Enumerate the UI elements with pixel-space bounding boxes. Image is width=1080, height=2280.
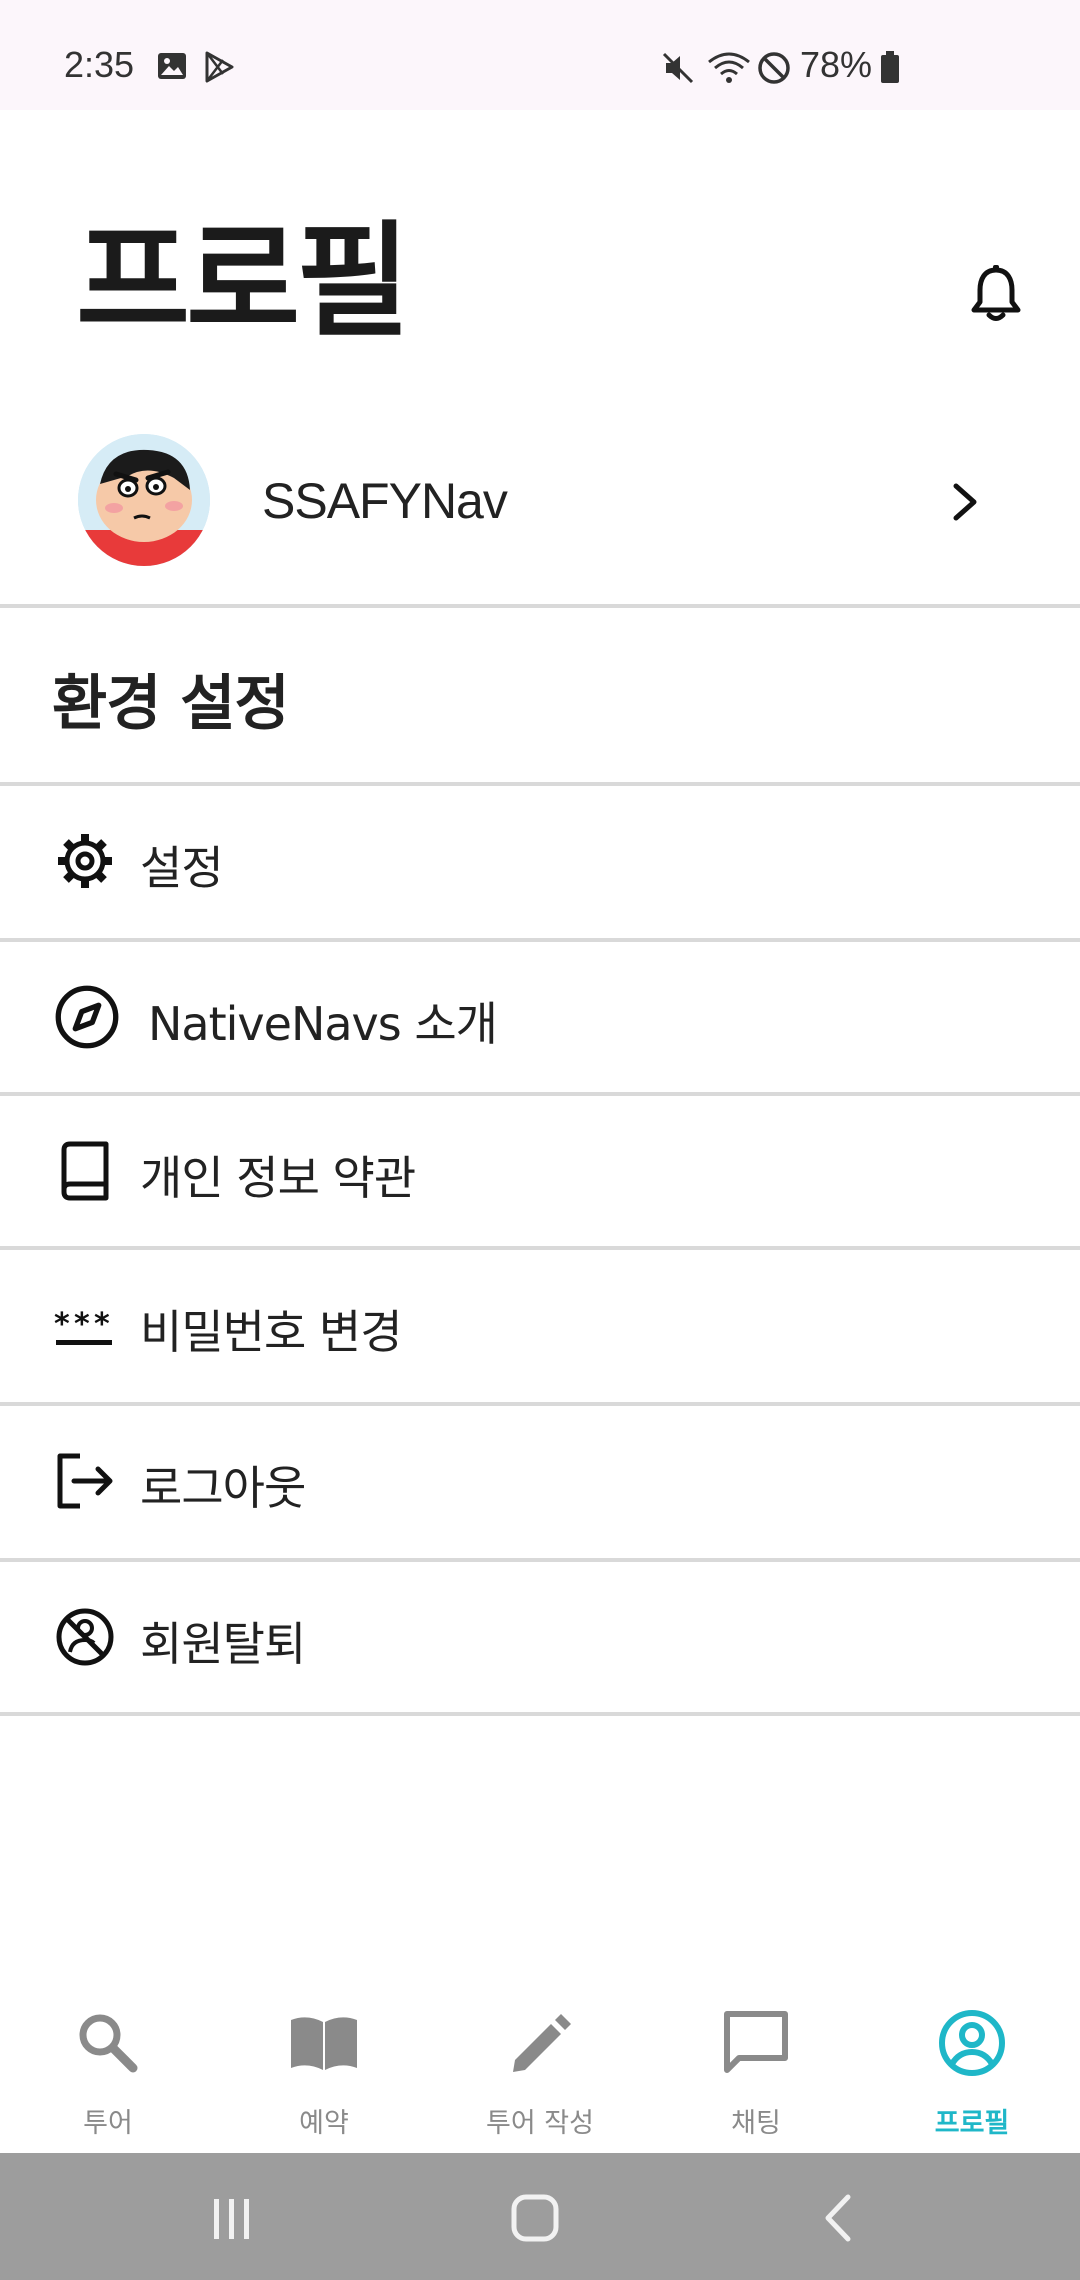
status-time: 2:35 xyxy=(64,44,135,85)
battery-percent: 78% xyxy=(800,44,873,85)
profile-row[interactable]: SSAFYNav xyxy=(0,420,1080,600)
tab-create-tour[interactable]: 투어 작성 xyxy=(432,1975,648,2153)
tab-label: 투어 작성 xyxy=(486,2108,594,2139)
status-bar: 2:35 78% xyxy=(0,0,1080,110)
tab-label: 프로필 xyxy=(934,2108,1010,2139)
mute-icon xyxy=(662,52,694,84)
gear-icon xyxy=(58,834,112,888)
menu-item-label: 설정 xyxy=(140,841,224,895)
chevron-right-icon xyxy=(953,483,977,521)
menu-item-label: 개인 정보 약관 xyxy=(140,1151,416,1205)
tab-label: 투어 xyxy=(83,2108,133,2139)
tab-label: 예약 xyxy=(299,2108,349,2139)
settings-section-title: 환경 설정 xyxy=(52,669,290,739)
home-icon[interactable] xyxy=(510,2193,560,2243)
bell-icon[interactable] xyxy=(970,264,1022,324)
menu-item-label: NativeNavs 소개 xyxy=(148,997,498,1051)
menu-item-label: 비밀번호 변경 xyxy=(140,1305,403,1359)
book-open-icon xyxy=(291,2017,357,2070)
profile-icon xyxy=(939,2010,1005,2076)
svg-text:*: * xyxy=(74,1307,90,1342)
block-icon xyxy=(56,1608,114,1666)
menu-item-privacy-terms[interactable]: 개인 정보 약관 xyxy=(0,1096,1080,1248)
logout-icon xyxy=(57,1453,113,1509)
menu-item-label: 로그아웃 xyxy=(140,1461,306,1515)
compass-icon xyxy=(55,985,119,1049)
back-icon[interactable] xyxy=(818,2193,858,2243)
tab-tour[interactable]: 투어 xyxy=(0,1975,216,2153)
recent-apps-icon[interactable] xyxy=(208,2195,256,2243)
profile-username: SSAFYNav xyxy=(262,473,508,529)
menu-item-change-password[interactable]: * * * 비밀번호 변경 xyxy=(0,1250,1080,1402)
divider xyxy=(0,604,1080,608)
tab-label: 채팅 xyxy=(731,2108,781,2139)
play-store-icon xyxy=(205,51,234,83)
system-nav-bar xyxy=(0,2153,1080,2280)
svg-text:*: * xyxy=(94,1307,110,1342)
menu-item-about[interactable]: NativeNavs 소개 xyxy=(0,942,1080,1094)
chat-icon xyxy=(724,2011,788,2073)
menu-item-settings[interactable]: 설정 xyxy=(0,786,1080,938)
wifi-icon xyxy=(708,52,750,83)
page-title: 프로필 xyxy=(76,210,410,354)
password-icon: * * * xyxy=(54,1307,112,1345)
avatar xyxy=(78,434,210,566)
divider xyxy=(0,1712,1080,1716)
search-icon xyxy=(79,2014,138,2073)
gallery-icon xyxy=(158,53,186,79)
tab-reservation[interactable]: 예약 xyxy=(216,1975,432,2153)
svg-text:*: * xyxy=(54,1307,70,1342)
tab-chat[interactable]: 채팅 xyxy=(648,1975,864,2153)
menu-item-logout[interactable]: 로그아웃 xyxy=(0,1406,1080,1558)
book-icon xyxy=(61,1141,109,1201)
battery-icon xyxy=(881,51,899,83)
bottom-nav: 투어 예약 투어 작성 채팅 프로필 xyxy=(0,1975,1080,2153)
do-not-disturb-icon xyxy=(758,52,790,84)
menu-item-withdraw[interactable]: 회원탈퇴 xyxy=(0,1562,1080,1714)
pencil-icon xyxy=(513,2014,571,2072)
tab-profile[interactable]: 프로필 xyxy=(864,1975,1080,2153)
menu-item-label: 회원탈퇴 xyxy=(140,1617,306,1671)
